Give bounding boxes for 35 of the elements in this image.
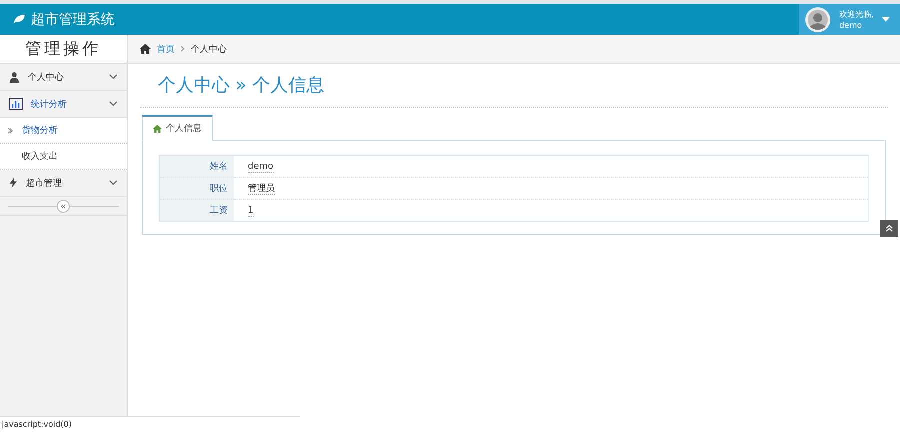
page-title: 个人中心 » 个人信息 <box>140 64 888 108</box>
user-name: demo <box>839 20 864 30</box>
chevron-icon <box>109 101 118 107</box>
lightning-icon <box>9 177 18 189</box>
caret-icon <box>882 17 890 22</box>
field-label: 职位 <box>160 178 234 200</box>
user-icon <box>9 72 20 82</box>
sidebar-item[interactable]: 超市管理 <box>0 170 127 197</box>
tab[interactable]: 个人信息 <box>142 115 213 141</box>
avatar <box>805 6 832 32</box>
double-up-icon <box>886 225 892 232</box>
field-label: 工资 <box>160 200 234 222</box>
chevron-icon <box>181 46 185 52</box>
welcome-text: 欢迎光临, <box>839 8 874 20</box>
submenu-item[interactable]: 货物分析 <box>0 118 127 144</box>
sidebar-item[interactable]: 个人中心 <box>0 64 127 91</box>
field-value: 1 <box>248 206 254 216</box>
status-bar: javascript:void(0) <box>0 416 300 432</box>
breadcrumb-current: 个人中心 <box>191 44 227 56</box>
home-icon <box>153 124 162 132</box>
leaf-icon <box>13 14 26 25</box>
field-value: 管理员 <box>248 184 275 195</box>
submenu-item[interactable]: 收入支出 <box>0 144 127 170</box>
sidebar-title: 管理操作 <box>0 35 127 64</box>
breadcrumb-link[interactable]: 首页 <box>157 42 175 56</box>
chevron-icon <box>109 180 118 186</box>
bar-chart-icon <box>9 98 23 110</box>
app-title: 超市管理系统 <box>31 10 115 28</box>
home-icon <box>140 44 151 54</box>
scroll-top-button[interactable] <box>880 220 898 237</box>
field-label: 姓名 <box>160 156 234 178</box>
field-value: demo <box>248 162 274 172</box>
chevron-icon <box>8 128 13 134</box>
collapse-button[interactable]: « <box>57 200 70 212</box>
chevron-icon <box>109 74 118 80</box>
